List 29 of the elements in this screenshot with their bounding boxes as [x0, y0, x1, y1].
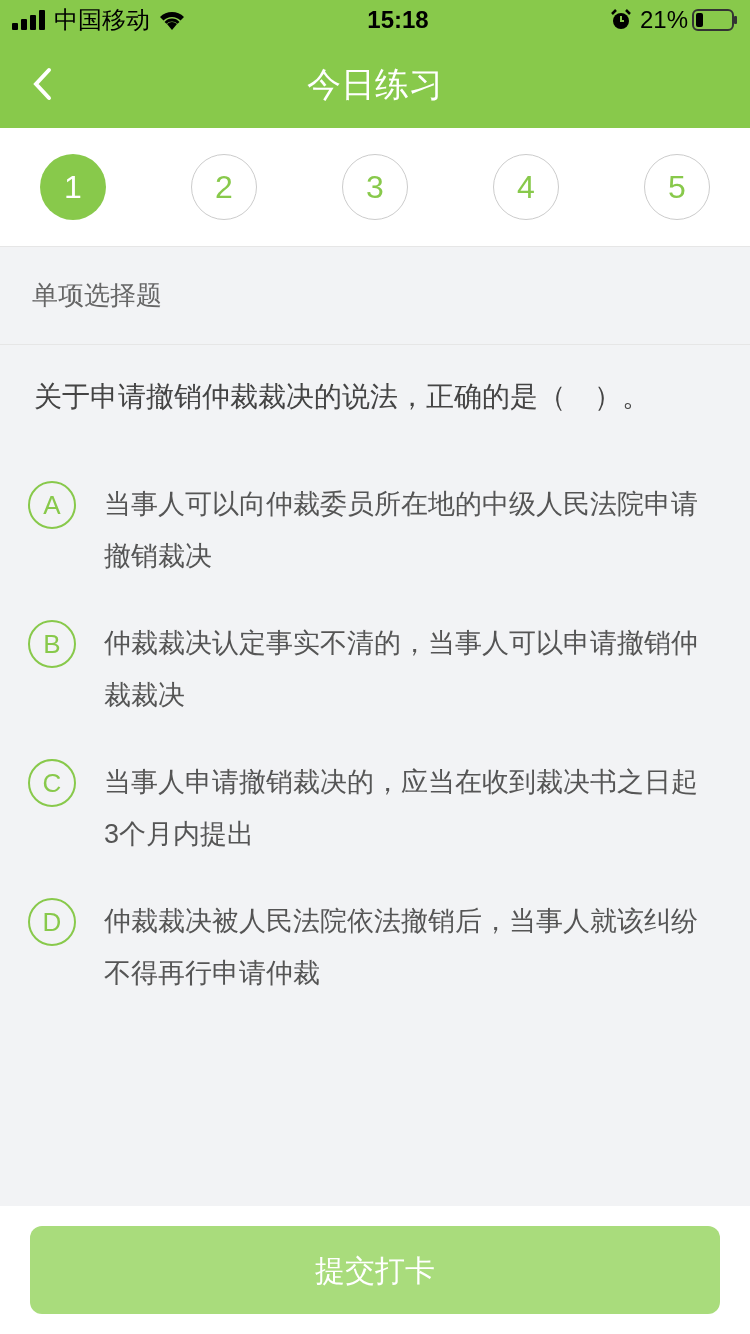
submit-button: 提交打卡: [30, 1226, 720, 1314]
carrier-name: 中国移动: [54, 5, 150, 35]
back-chevron-icon: [32, 67, 52, 101]
answer-option[interactable]: D 仲裁裁决被人民法院依法撤销后，当事人就该纠纷不得再行申请仲裁: [28, 896, 710, 999]
option-letter: D: [28, 898, 76, 946]
page-title: 今日练习: [307, 63, 443, 105]
question-text: 关于申请撤销仲裁裁决的说法，正确的是（ ）。: [34, 380, 651, 414]
answer-option[interactable]: B 仲裁裁决认定事实不清的，当事人可以申请撤销仲裁裁决: [28, 618, 710, 721]
option-text: 仲裁裁决被人民法院依法撤销后，当事人就该纠纷不得再行申请仲裁: [104, 905, 699, 990]
option-letter: A: [28, 481, 76, 529]
alarm-clock-icon: [609, 9, 632, 31]
answer-option[interactable]: A 当事人可以向仲裁委员所在地的中级人民法院申请撤销裁决: [28, 479, 710, 582]
option-text: 当事人可以向仲裁委员所在地的中级人民法院申请撤销裁决: [104, 488, 699, 573]
battery-icon: [692, 9, 738, 31]
wifi-icon: [158, 10, 186, 30]
question-number-tab[interactable]: 1: [40, 154, 106, 220]
question-number-tab[interactable]: 4: [493, 154, 559, 220]
status-time: 15:18: [367, 5, 429, 35]
question-number-tab[interactable]: 5: [644, 154, 710, 220]
signal-icon: [12, 10, 48, 30]
question-number-tab[interactable]: 2: [191, 154, 257, 220]
option-text: 当事人申请撤销裁决的，应当在收到裁决书之日起3个月内提出: [104, 766, 699, 851]
option-letter: C: [28, 759, 76, 807]
question-type-label: 单项选择题: [32, 279, 162, 312]
option-letter: B: [28, 620, 76, 668]
battery-percent: 21%: [639, 5, 688, 35]
question-number-tab[interactable]: 3: [342, 154, 408, 220]
answer-option[interactable]: C 当事人申请撤销裁决的，应当在收到裁决书之日起3个月内提出: [28, 757, 710, 860]
option-text: 仲裁裁决认定事实不清的，当事人可以申请撤销仲裁裁决: [104, 627, 699, 712]
